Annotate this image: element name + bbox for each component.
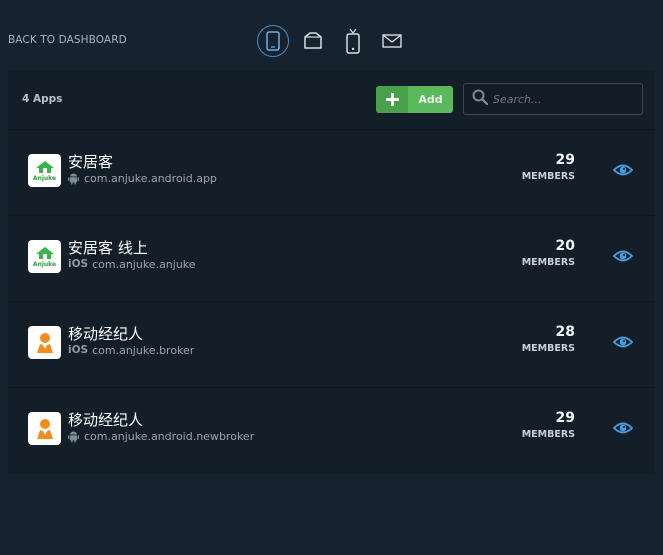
anjuke-logo: Anjuke [28, 240, 61, 273]
apps-panel: 4 Apps Add Anjuke 安居客 com.anjuke.android… [8, 71, 655, 474]
search-box[interactable] [463, 83, 643, 115]
android-icon [68, 431, 79, 443]
app-count: 4 Apps [22, 93, 63, 105]
members-label: MEMBERS [521, 429, 575, 440]
anjuke-logo: Anjuke [28, 154, 61, 187]
back-to-dashboard-link[interactable]: BACK TO DASHBOARD [8, 34, 127, 46]
platform-ios-label: iOS [68, 344, 89, 356]
bundle-id: com.anjuke.android.app [84, 171, 217, 185]
app-subtitle: com.anjuke.android.app [68, 171, 217, 185]
anjuke-logo-text: Anjuke [32, 260, 57, 268]
app-row[interactable]: Anjuke 安居客 com.anjuke.android.app 29 MEM… [8, 129, 655, 215]
app-subtitle: iOS com.anjuke.anjuke [68, 257, 196, 271]
view-eye-icon[interactable] [612, 162, 634, 178]
app-row[interactable]: Anjuke 安居客 线上 iOS com.anjuke.anjuke 20 M… [8, 215, 655, 301]
app-name[interactable]: 移动经纪人 [68, 323, 143, 344]
member-count: 28 [555, 324, 575, 340]
platform-ios-label: iOS [68, 258, 89, 270]
member-count: 29 [555, 410, 575, 426]
view-eye-icon[interactable] [612, 334, 634, 350]
bundle-id: com.anjuke.broker [92, 343, 195, 357]
member-count: 20 [555, 238, 575, 254]
plus-icon [376, 86, 408, 113]
members-label: MEMBERS [521, 343, 575, 354]
app-row[interactable]: 移动经纪人 com.anjuke.android.newbroker 29 ME… [8, 387, 655, 473]
phone-icon[interactable] [257, 25, 289, 57]
broker-logo [28, 412, 61, 445]
app-subtitle: com.anjuke.android.newbroker [68, 429, 254, 443]
app-name[interactable]: 安居客 [68, 151, 113, 172]
app-row[interactable]: 移动经纪人 iOS com.anjuke.broker 28 MEMBERS [8, 301, 655, 387]
remote-device-icon[interactable] [337, 25, 369, 57]
app-name[interactable]: 安居客 线上 [68, 237, 148, 258]
members-label: MEMBERS [521, 257, 575, 268]
app-subtitle: iOS com.anjuke.broker [68, 343, 194, 357]
add-app-button[interactable]: Add [376, 86, 453, 113]
broker-logo [28, 326, 61, 359]
add-button-label: Add [418, 93, 443, 106]
member-count: 29 [555, 152, 575, 168]
view-eye-icon[interactable] [612, 420, 634, 436]
view-eye-icon[interactable] [612, 248, 634, 264]
members-label: MEMBERS [521, 171, 575, 182]
app-name[interactable]: 移动经纪人 [68, 409, 143, 430]
bundle-id: com.anjuke.android.newbroker [84, 429, 255, 443]
bundle-id: com.anjuke.anjuke [92, 257, 196, 271]
tablet-icon[interactable] [297, 25, 329, 57]
search-input[interactable] [493, 92, 633, 106]
mail-icon[interactable] [376, 25, 408, 57]
apps-panel-header: 4 Apps Add [8, 71, 655, 129]
search-icon [472, 89, 489, 109]
anjuke-logo-text: Anjuke [32, 174, 57, 182]
android-icon [68, 173, 79, 185]
